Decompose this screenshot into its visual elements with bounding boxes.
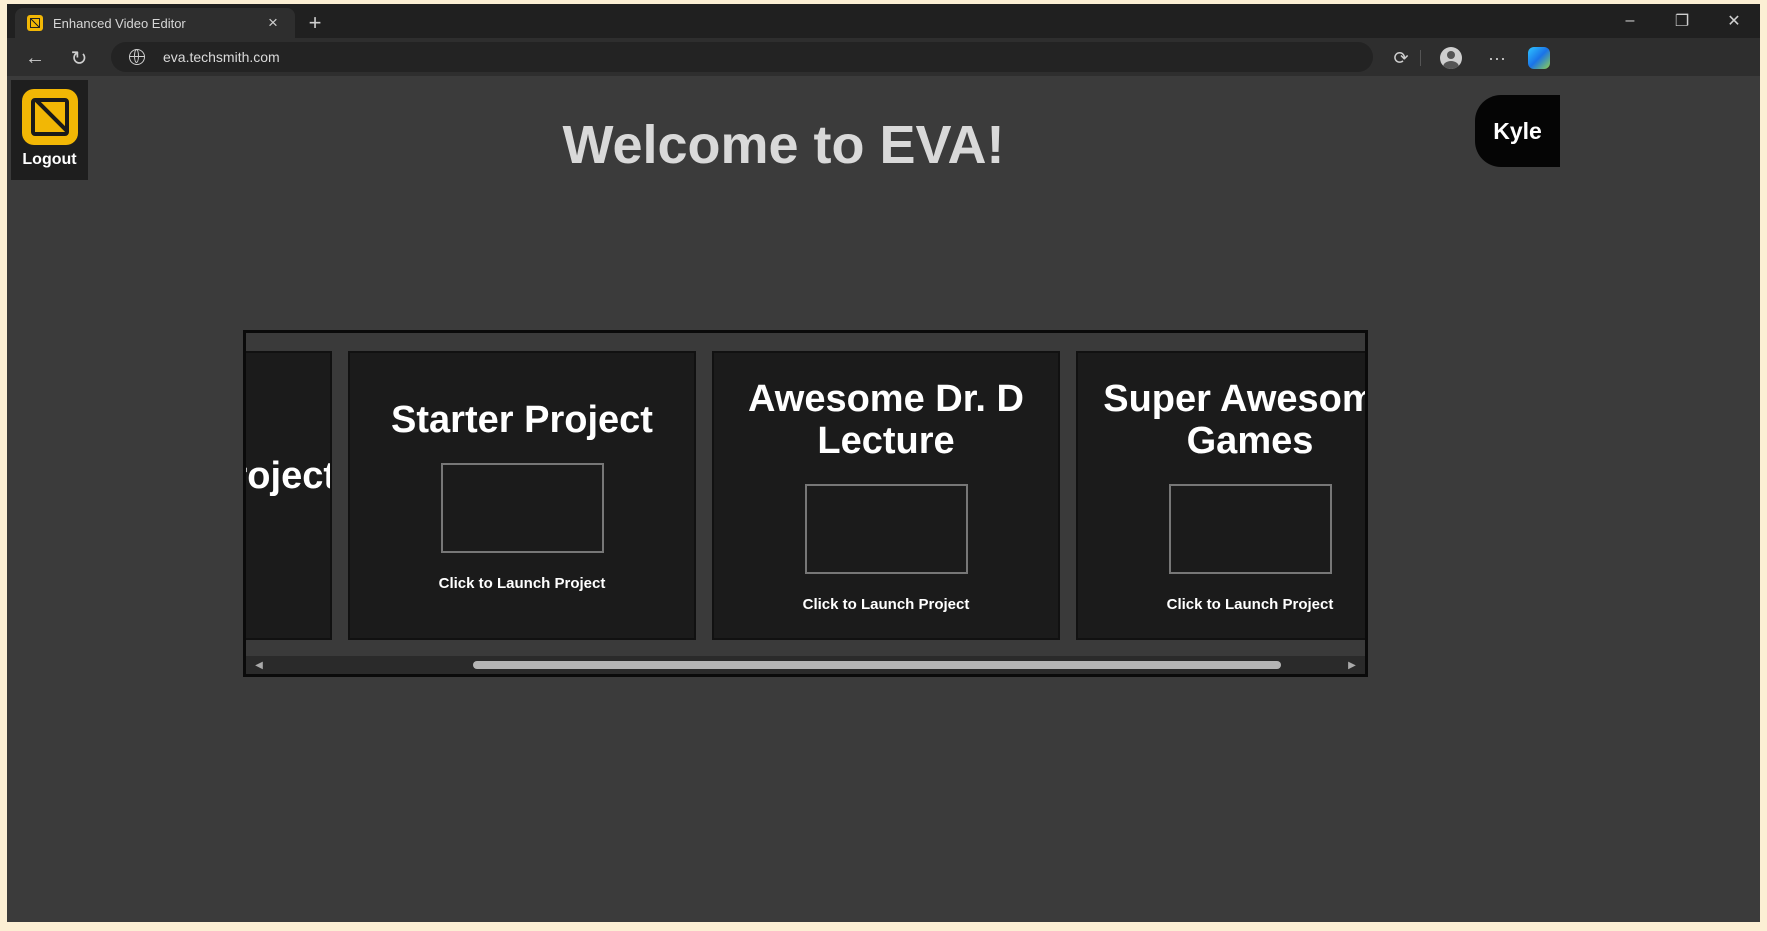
- refresh-icon[interactable]: ↻: [65, 44, 93, 72]
- launch-project-label[interactable]: Click to Launch Project: [439, 575, 606, 592]
- more-menu-button[interactable]: ···: [1483, 44, 1511, 72]
- minimize-button[interactable]: –: [1604, 4, 1656, 38]
- project-card-title: Project: [246, 455, 332, 497]
- page-title: Welcome to EVA!: [562, 115, 1005, 175]
- close-window-button[interactable]: ✕: [1708, 4, 1760, 38]
- launch-project-label[interactable]: Click to Launch Project: [1167, 596, 1334, 613]
- restore-button[interactable]: ❐: [1656, 4, 1708, 38]
- scroll-right-arrow-icon[interactable]: ▶: [1343, 656, 1361, 674]
- project-card-title: Starter Project: [391, 399, 653, 441]
- new-tab-button[interactable]: +: [303, 10, 327, 36]
- url-input[interactable]: [161, 48, 565, 66]
- browser-toolbar: ← ↻ ⟳ ···: [7, 38, 1760, 76]
- eva-favicon-icon: [27, 15, 43, 31]
- scrollbar-thumb[interactable]: [473, 661, 1281, 669]
- project-thumbnail[interactable]: [804, 484, 968, 574]
- project-card-title: Super Awesome Games: [1103, 378, 1365, 462]
- page-content: Logout Welcome to EVA! Kyle Project Star…: [7, 76, 1760, 922]
- copilot-button[interactable]: [1525, 44, 1553, 72]
- extensions-icon[interactable]: ⟳: [1387, 44, 1415, 72]
- back-arrow-icon[interactable]: ←: [21, 44, 49, 72]
- tab-title: Enhanced Video Editor: [53, 15, 186, 31]
- carousel-scrollbar[interactable]: ◀ ▶: [246, 656, 1365, 674]
- tab-close-icon[interactable]: ×: [265, 13, 281, 33]
- project-thumbnail[interactable]: [440, 463, 604, 553]
- browser-tab[interactable]: Enhanced Video Editor ×: [15, 8, 295, 38]
- toolbar-divider: [1420, 50, 1421, 66]
- user-badge[interactable]: Kyle: [1475, 95, 1560, 167]
- title-bar: Enhanced Video Editor × + – ❐ ✕: [7, 4, 1760, 38]
- project-thumbnail[interactable]: [1168, 484, 1332, 574]
- project-carousel[interactable]: Project Starter Project Click to Launch …: [243, 330, 1368, 677]
- browser-window: Enhanced Video Editor × + – ❐ ✕ ← ↻ ⟳ ··…: [7, 4, 1760, 922]
- project-card[interactable]: Super Awesome Games Click to Launch Proj…: [1076, 351, 1365, 640]
- project-card[interactable]: Awesome Dr. D Lecture Click to Launch Pr…: [712, 351, 1060, 640]
- launch-project-label[interactable]: Click to Launch Project: [803, 596, 970, 613]
- site-info-globe-icon[interactable]: [129, 49, 145, 65]
- project-card[interactable]: Starter Project Click to Launch Project: [348, 351, 696, 640]
- profile-avatar-icon: [1440, 47, 1462, 69]
- address-bar[interactable]: [111, 42, 1373, 72]
- window-controls: – ❐ ✕: [1604, 4, 1760, 38]
- project-card-partial[interactable]: Project: [246, 351, 332, 640]
- scroll-left-arrow-icon[interactable]: ◀: [250, 656, 268, 674]
- profile-button[interactable]: [1437, 44, 1465, 72]
- project-card-title: Awesome Dr. D Lecture: [748, 378, 1024, 462]
- copilot-icon: [1528, 47, 1550, 69]
